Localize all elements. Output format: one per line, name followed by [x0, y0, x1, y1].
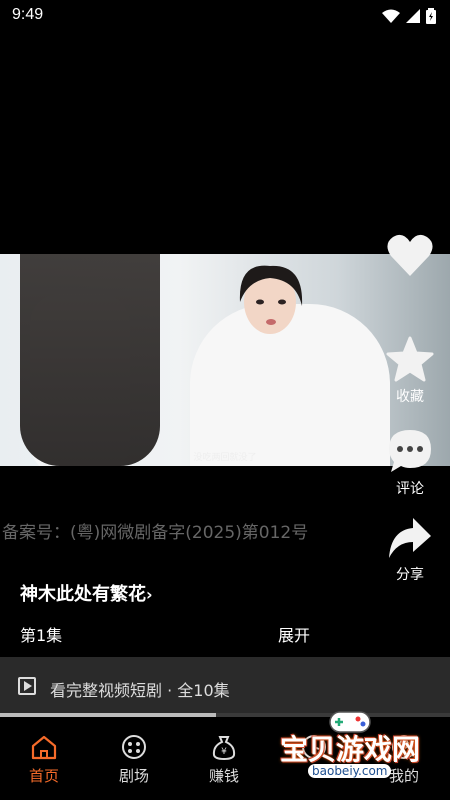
video-face	[239, 265, 303, 334]
full-series-text: 看完整视频短剧 · 全10集	[50, 681, 230, 700]
record-number: 备案号：(粤)网微剧备字(2025)第012号	[2, 523, 309, 543]
comment-icon	[389, 430, 431, 472]
star-icon	[386, 336, 434, 382]
share-button[interactable]: 分享	[380, 516, 440, 584]
theater-icon	[122, 735, 146, 759]
money-bag-icon: ¥	[212, 736, 236, 761]
full-series-bar[interactable]: 看完整视频短剧 · 全10集	[0, 657, 450, 713]
chevron-right-icon: ›	[146, 585, 153, 604]
watermark-text: 宝贝游戏网	[280, 733, 421, 766]
favorite-label: 收藏	[396, 389, 424, 405]
episode-label: 第1集	[20, 626, 63, 645]
tab-theater-label: 剧场	[118, 767, 149, 785]
watermark-url: baobeiy.com	[308, 764, 392, 778]
favorite-button[interactable]: 收藏	[380, 336, 440, 406]
wifi-icon	[382, 9, 400, 23]
like-button[interactable]	[380, 234, 440, 280]
status-time: 9:49	[12, 6, 44, 23]
share-label: 分享	[396, 567, 424, 583]
tab-theater[interactable]: 剧场	[99, 733, 169, 786]
comment-label: 评论	[396, 481, 424, 497]
battery-icon	[426, 8, 436, 24]
video-hair	[20, 254, 160, 466]
tab-earn[interactable]: ¥ 赚钱	[189, 733, 259, 786]
drama-title[interactable]: 神木此处有繁花›	[20, 580, 153, 606]
heart-icon	[387, 234, 433, 276]
status-bar: 9:49	[0, 0, 450, 32]
home-icon	[31, 735, 57, 760]
status-icons	[382, 8, 436, 24]
expand-button[interactable]: 展开	[278, 622, 310, 646]
tab-home[interactable]: 首页	[9, 733, 79, 786]
share-icon	[389, 518, 431, 558]
svg-text:¥: ¥	[221, 747, 227, 757]
signal-icon	[406, 9, 420, 23]
play-icon	[18, 677, 36, 695]
comment-button[interactable]: 评论	[380, 428, 440, 498]
watermark: 宝贝游戏网 baobeiy.com	[276, 706, 426, 788]
drama-title-text: 神木此处有繁花	[20, 584, 146, 605]
tab-earn-label: 赚钱	[208, 767, 239, 785]
tab-home-label: 首页	[28, 767, 59, 785]
